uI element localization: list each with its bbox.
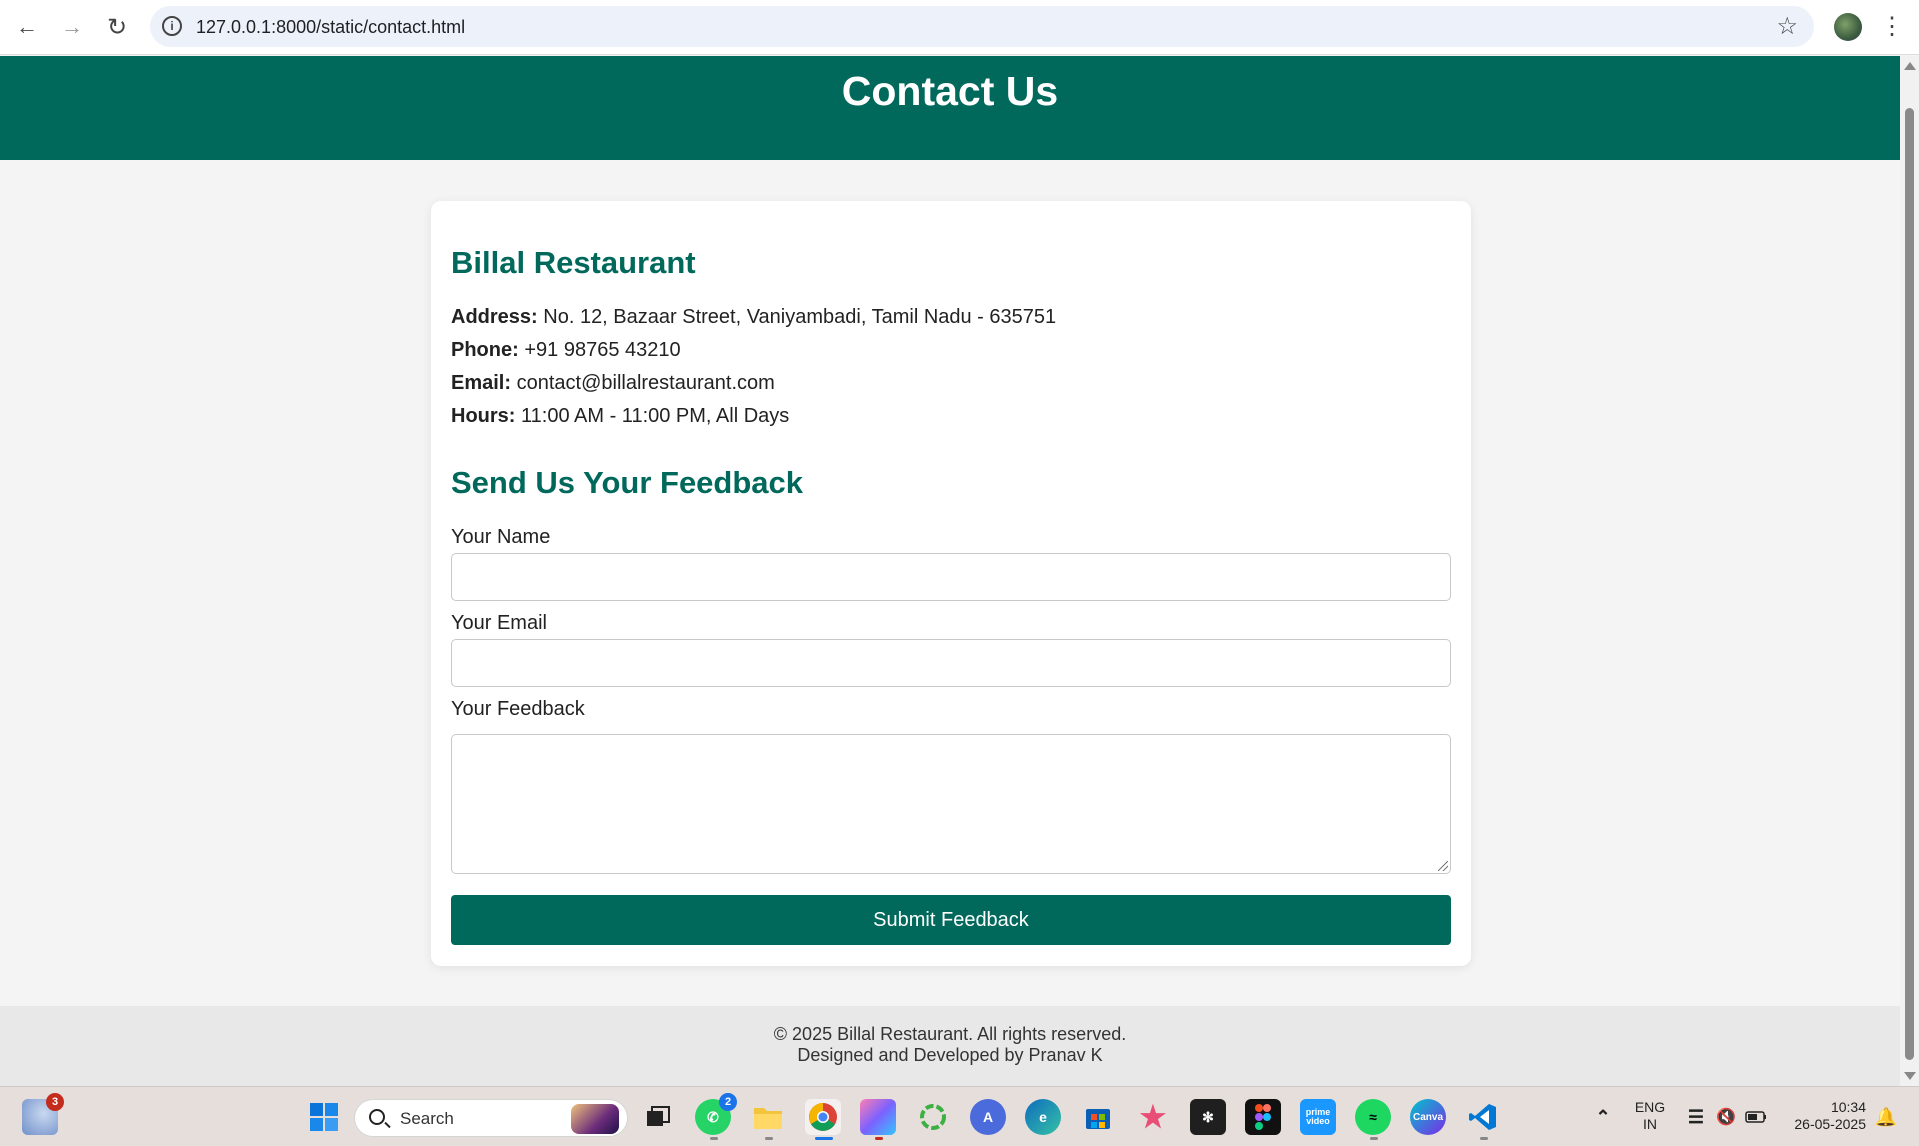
- feedback-field-label: Your Feedback: [451, 698, 585, 720]
- page-title: Contact Us: [841, 68, 1059, 114]
- chrome-active-indicator: [815, 1137, 833, 1140]
- credit-text: Designed and Developed by Pranav K: [797, 1045, 1103, 1065]
- email-line: Email: contact@billalrestaurant.com: [451, 367, 1056, 400]
- resize-grip-icon[interactable]: [1438, 861, 1448, 871]
- whatsapp-badge: 2: [719, 1093, 737, 1111]
- spotify-running-indicator: [1370, 1137, 1378, 1140]
- email-value: contact@billalrestaurant.com: [511, 372, 775, 394]
- address-value: No. 12, Bazaar Street, Vaniyambadi, Tami…: [537, 306, 1057, 328]
- prime-video-icon[interactable]: prime video: [1300, 1099, 1336, 1135]
- arc-app-icon[interactable]: A: [970, 1099, 1006, 1135]
- microsoft-store-icon[interactable]: [1080, 1099, 1116, 1135]
- copilot-icon[interactable]: [860, 1099, 896, 1135]
- vscode-running-indicator: [1480, 1137, 1488, 1140]
- address-label: Address:: [451, 306, 538, 328]
- feedback-textarea[interactable]: [451, 734, 1451, 874]
- edge-icon[interactable]: e: [1025, 1099, 1061, 1135]
- profile-avatar[interactable]: [1834, 13, 1862, 41]
- figma-icon[interactable]: [1245, 1099, 1281, 1135]
- reload-icon[interactable]: ↻: [100, 10, 134, 44]
- back-arrow-icon[interactable]: ←: [10, 10, 44, 44]
- scroll-thumb[interactable]: [1905, 108, 1914, 1060]
- feedback-title: Send Us Your Feedback: [451, 465, 804, 500]
- vscode-icon[interactable]: [1465, 1099, 1501, 1135]
- explorer-running-indicator: [765, 1137, 773, 1140]
- scroll-up-icon[interactable]: [1904, 62, 1916, 70]
- windows-start-icon[interactable]: [306, 1099, 342, 1135]
- weather-icon[interactable]: 3: [22, 1093, 64, 1135]
- search-icon: [369, 1109, 385, 1125]
- browser-menu-icon[interactable]: ⋮: [1880, 10, 1904, 44]
- clock[interactable]: 10:34 26-05-2025: [1782, 1099, 1866, 1133]
- language-text: ENG: [1634, 1099, 1666, 1115]
- whatsapp-icon[interactable]: ✆ 2: [695, 1093, 737, 1135]
- submit-feedback-button[interactable]: Submit Feedback: [451, 895, 1451, 945]
- battery-icon[interactable]: [1742, 1099, 1770, 1135]
- time-text: 10:34: [1830, 1099, 1866, 1115]
- phone-value: +91 98765 43210: [518, 339, 681, 361]
- sync-app-icon[interactable]: [915, 1099, 951, 1135]
- email-field-label: Your Email: [451, 612, 547, 634]
- search-highlight-image: [571, 1104, 619, 1134]
- vertical-scrollbar[interactable]: [1900, 56, 1919, 1086]
- name-field[interactable]: [451, 553, 1451, 601]
- whatsapp-running-indicator: [710, 1137, 718, 1140]
- address-line: Address: No. 12, Bazaar Street, Vaniyamb…: [451, 301, 1056, 334]
- forward-arrow-icon[interactable]: →: [55, 10, 89, 44]
- page-footer: © 2025 Billal Restaurant. All rights res…: [0, 1006, 1900, 1086]
- region-text: IN: [1643, 1116, 1657, 1132]
- page-viewport: Contact Us Billal Restaurant Address: No…: [0, 56, 1900, 1086]
- contact-card: Billal Restaurant Address: No. 12, Bazaa…: [431, 201, 1471, 966]
- chrome-icon[interactable]: [805, 1099, 841, 1135]
- task-view-icon[interactable]: [640, 1099, 676, 1135]
- page-header: Contact Us: [0, 56, 1900, 160]
- name-field-label: Your Name: [451, 526, 551, 548]
- bookmark-star-icon[interactable]: ☆: [1776, 12, 1798, 41]
- copilot-running-indicator: [875, 1137, 883, 1140]
- spotify-icon[interactable]: ≈: [1355, 1099, 1391, 1135]
- copyright-text: © 2025 Billal Restaurant. All rights res…: [773, 1024, 1127, 1044]
- notification-bell-icon[interactable]: 🔔: [1872, 1099, 1900, 1135]
- hours-label: Hours:: [451, 405, 516, 427]
- search-label: Search: [400, 1109, 454, 1128]
- hours-value: 11:00 AM - 11:00 PM, All Days: [515, 405, 790, 427]
- file-explorer-icon[interactable]: [750, 1099, 786, 1135]
- phone-line: Phone: +91 98765 43210: [451, 334, 1056, 367]
- restaurant-name: Billal Restaurant: [451, 245, 696, 280]
- language-indicator[interactable]: ENG IN: [1628, 1099, 1672, 1133]
- address-bar[interactable]: i 127.0.0.1:8000/static/contact.html ☆: [150, 6, 1814, 47]
- site-info-icon[interactable]: i: [162, 16, 182, 36]
- scroll-down-icon[interactable]: [1904, 1072, 1916, 1080]
- star-app-icon[interactable]: ★: [1135, 1099, 1171, 1135]
- url-text[interactable]: 127.0.0.1:8000/static/contact.html: [196, 17, 465, 38]
- speaker-muted-icon[interactable]: 🔇: [1712, 1099, 1740, 1135]
- taskbar-search[interactable]: Search: [354, 1099, 628, 1137]
- chevron-up-icon[interactable]: ⌃: [1585, 1099, 1621, 1135]
- davinci-resolve-icon[interactable]: ✻: [1190, 1099, 1226, 1135]
- windows-taskbar: 3 Search ✆ 2 A e ★ ✻ primevideo ≈ Canva: [0, 1086, 1919, 1146]
- email-field[interactable]: [451, 639, 1451, 687]
- contact-info: Address: No. 12, Bazaar Street, Vaniyamb…: [451, 301, 1056, 433]
- hours-line: Hours: 11:00 AM - 11:00 PM, All Days: [451, 400, 1056, 433]
- date-text: 26-05-2025: [1794, 1116, 1866, 1132]
- email-label: Email:: [451, 372, 512, 394]
- phone-label: Phone:: [451, 339, 519, 361]
- browser-toolbar: ← → ↻ i 127.0.0.1:8000/static/contact.ht…: [0, 0, 1919, 55]
- wifi-icon[interactable]: ☰: [1682, 1099, 1710, 1135]
- canva-icon[interactable]: Canva: [1410, 1099, 1446, 1135]
- weather-badge: 3: [46, 1093, 64, 1111]
